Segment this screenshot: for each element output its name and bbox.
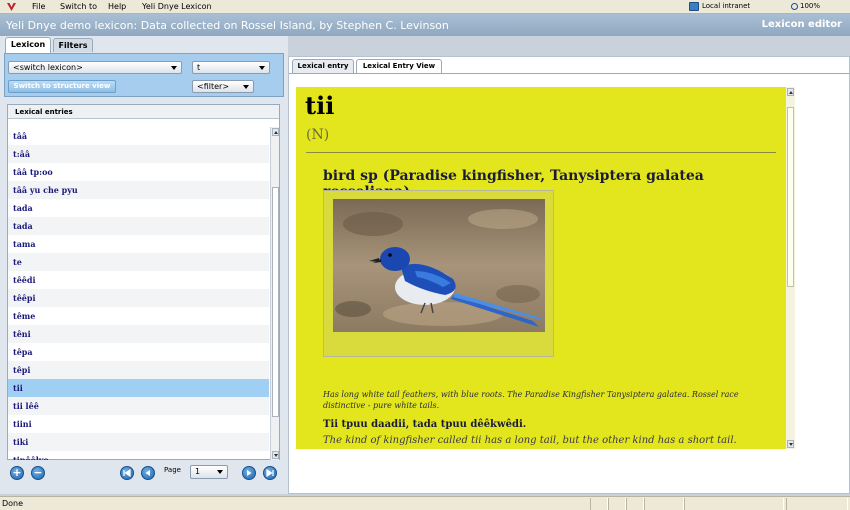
lexical-entry-row[interactable]: têpa	[8, 343, 269, 361]
window-title: Yeli Dnye demo lexicon: Data collected o…	[6, 19, 449, 32]
tab-lexical-entry[interactable]: Lexical entry	[292, 59, 354, 73]
photo-frame	[323, 190, 554, 357]
tab-divider	[289, 73, 849, 74]
remove-entry-button[interactable]: −	[31, 466, 45, 480]
menu-help[interactable]: Help	[108, 2, 126, 11]
lexical-entry-row[interactable]: tiki	[8, 433, 269, 451]
scroll-down-icon[interactable]	[787, 440, 794, 448]
security-zone: Local intranet	[702, 2, 751, 10]
menu-yeli-dnye-lexicon[interactable]: Yeli Dnye Lexicon	[142, 2, 212, 11]
lexical-entry-row[interactable]: tââ yu che pyu	[8, 181, 269, 199]
scrollbar-thumb[interactable]	[272, 187, 279, 417]
letter-select-value: t	[197, 63, 201, 72]
last-page-icon	[266, 468, 274, 478]
status-cell	[644, 498, 684, 510]
app-brand: Lexicon editor	[761, 19, 842, 30]
scrollbar-thumb[interactable]	[787, 107, 794, 287]
chevron-down-icon	[259, 66, 265, 70]
letter-select[interactable]: t	[192, 61, 270, 74]
menu-switch-to[interactable]: Switch to	[60, 2, 97, 11]
scroll-up-icon[interactable]	[272, 128, 279, 136]
zoom-icon[interactable]	[791, 3, 798, 10]
tab-filters[interactable]: Filters	[53, 38, 93, 52]
network-zone-icon	[689, 2, 699, 11]
scroll-down-icon[interactable]	[272, 451, 279, 459]
entries-list: tââ t:ââ tââ tp:oo tââ yu che pyu tada tada ta…	[8, 127, 269, 461]
last-page-button[interactable]	[263, 466, 277, 480]
status-bar: Done	[0, 496, 850, 510]
tab-lexical-entry-view[interactable]: Lexical Entry View	[356, 59, 442, 74]
chevron-down-icon	[171, 66, 177, 70]
lexical-entry-row[interactable]: te	[8, 253, 269, 271]
title-bar: Yeli Dnye demo lexicon: Data collected o…	[0, 14, 850, 36]
tab-lexicon[interactable]: Lexicon	[5, 37, 51, 53]
first-page-icon	[123, 468, 131, 478]
part-of-speech: (N)	[306, 127, 330, 143]
page-select[interactable]: 1	[190, 465, 228, 479]
chevron-down-icon	[243, 85, 249, 89]
headword: tii	[305, 91, 335, 120]
lexical-entry-row[interactable]: têni	[8, 325, 269, 343]
entries-scrollbar[interactable]	[270, 127, 279, 460]
example-sentence: Tii tpuu daadii, tada tpuu dêêkwêdi.	[323, 419, 527, 430]
scroll-up-icon[interactable]	[787, 88, 794, 96]
lexical-entry-row[interactable]: tââ	[8, 127, 269, 145]
lexical-entry-row[interactable]: tada	[8, 199, 269, 217]
add-entry-button[interactable]: +	[10, 466, 24, 480]
entry-view: tii (N) bird sp (Paradise kingfisher, Ta…	[296, 87, 785, 449]
filter-select[interactable]: <filter>	[192, 80, 254, 93]
status-text: Done	[2, 499, 24, 508]
entries-header: Lexical entries	[8, 105, 279, 119]
page-label: Page	[164, 466, 181, 474]
lexical-entry-row[interactable]: tada	[8, 217, 269, 235]
example-translation: The kind of kingfisher called tii has a …	[323, 435, 737, 446]
lexicon-select[interactable]: <switch lexicon>	[8, 61, 182, 74]
lexical-entries-panel: Lexical entries tââ t:ââ tââ tp:oo tââ yu c…	[7, 104, 280, 461]
chevron-down-icon	[217, 470, 223, 474]
page-select-value: 1	[195, 467, 201, 476]
status-cell	[626, 498, 644, 510]
kingfisher-photo	[333, 199, 545, 332]
switch-to-structure-view-button[interactable]: Switch to structure view	[8, 80, 116, 93]
status-cell	[590, 498, 608, 510]
status-cell	[684, 498, 784, 510]
lexicon-select-value: <switch lexicon>	[13, 63, 83, 72]
lexical-entry-row[interactable]: têmе	[8, 307, 269, 325]
zoom-level[interactable]: 100%	[800, 2, 820, 10]
next-page-icon	[247, 470, 252, 476]
entry-divider	[306, 152, 776, 153]
filter-select-value: <filter>	[197, 82, 230, 91]
lexical-entry-row[interactable]: tii	[8, 379, 269, 397]
lexical-entry-row[interactable]: têpi	[8, 361, 269, 379]
lexical-entry-row[interactable]: tii lêê	[8, 397, 269, 415]
menu-file[interactable]: File	[32, 2, 45, 11]
lexical-entry-row[interactable]: tiini	[8, 415, 269, 433]
lexical-entry-row[interactable]: têêdi	[8, 271, 269, 289]
lexical-entry-row[interactable]: tama	[8, 235, 269, 253]
entry-scrollbar[interactable]	[785, 87, 795, 449]
previous-page-button[interactable]	[141, 466, 155, 480]
status-cell	[786, 498, 848, 510]
previous-page-icon	[145, 470, 150, 476]
description: Has long white tail feathers, with blue …	[323, 390, 739, 410]
lexical-entry-row[interactable]: têêpi	[8, 289, 269, 307]
lexical-entry-row[interactable]: tââ tp:oo	[8, 163, 269, 181]
status-cell	[608, 498, 626, 510]
app-logo-icon	[7, 3, 16, 11]
lexical-entry-row[interactable]: t:ââ	[8, 145, 269, 163]
first-page-button[interactable]	[120, 466, 134, 480]
next-page-button[interactable]	[242, 466, 256, 480]
